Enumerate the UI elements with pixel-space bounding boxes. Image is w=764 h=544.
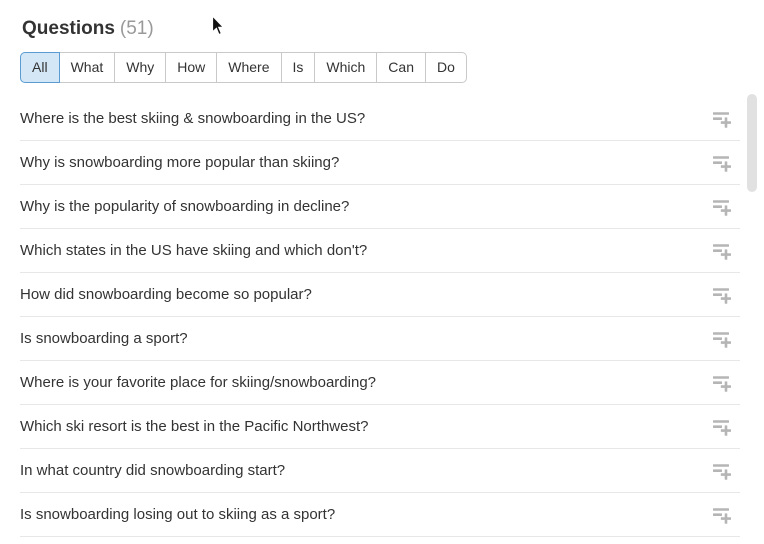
add-to-list-icon[interactable] (713, 286, 731, 304)
question-text: Which ski resort is the best in the Paci… (20, 417, 368, 437)
add-to-list-icon[interactable] (713, 462, 731, 480)
add-to-list-icon[interactable] (713, 418, 731, 436)
add-to-list-icon[interactable] (713, 110, 731, 128)
question-text: How did snowboarding become so popular? (20, 285, 312, 305)
question-row[interactable]: How did snowboarding become so popular? (20, 273, 740, 317)
question-row[interactable]: Where is your favorite place for skiing/… (20, 361, 740, 405)
question-row[interactable]: In what country did snowboarding start? (20, 449, 740, 493)
question-text: Why is snowboarding more popular than sk… (20, 153, 339, 173)
question-row[interactable]: Why is the popularity of snowboarding in… (20, 185, 740, 229)
tab-can[interactable]: Can (377, 52, 426, 83)
question-text: Where is the best skiing & snowboarding … (20, 109, 365, 129)
tab-where[interactable]: Where (217, 52, 281, 83)
tab-which[interactable]: Which (315, 52, 377, 83)
question-row[interactable]: Is snowboarding losing out to skiing as … (20, 493, 740, 537)
question-text: In what country did snowboarding start? (20, 461, 285, 481)
page-title: Questions(51) (0, 0, 764, 41)
tab-do[interactable]: Do (426, 52, 467, 83)
question-row[interactable]: Is snowboarding a sport? (20, 317, 740, 361)
scrollbar-thumb[interactable] (747, 94, 757, 192)
tab-why[interactable]: Why (115, 52, 166, 83)
question-filter-tabs: All What Why How Where Is Which Can Do (20, 52, 467, 83)
tab-how[interactable]: How (166, 52, 217, 83)
question-text: Is snowboarding a sport? (20, 329, 188, 349)
question-row[interactable]: Where is the best skiing & snowboarding … (20, 97, 740, 141)
questions-panel: Questions(51) All What Why How Where Is … (0, 0, 764, 544)
tab-all[interactable]: All (20, 52, 60, 83)
question-row[interactable]: Which ski resort is the best in the Paci… (20, 405, 740, 449)
add-to-list-icon[interactable] (713, 330, 731, 348)
add-to-list-icon[interactable] (713, 506, 731, 524)
add-to-list-icon[interactable] (713, 374, 731, 392)
question-text: Which states in the US have skiing and w… (20, 241, 367, 261)
question-text: Where is your favorite place for skiing/… (20, 373, 376, 393)
question-text: Why is the popularity of snowboarding in… (20, 197, 349, 217)
add-to-list-icon[interactable] (713, 154, 731, 172)
page-title-text: Questions (22, 18, 115, 39)
question-count: (51) (120, 18, 154, 39)
add-to-list-icon[interactable] (713, 242, 731, 260)
question-text: Is snowboarding losing out to skiing as … (20, 505, 335, 525)
question-list: Where is the best skiing & snowboarding … (20, 97, 740, 537)
add-to-list-icon[interactable] (713, 198, 731, 216)
question-row[interactable]: Why is snowboarding more popular than sk… (20, 141, 740, 185)
tab-is[interactable]: Is (282, 52, 316, 83)
question-row[interactable]: Which states in the US have skiing and w… (20, 229, 740, 273)
tab-what[interactable]: What (60, 52, 116, 83)
